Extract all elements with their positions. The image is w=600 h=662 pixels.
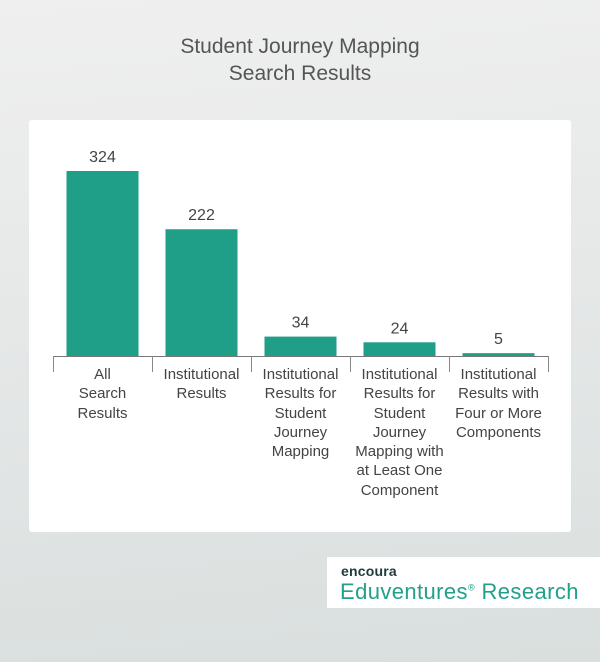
bar: [264, 336, 337, 356]
category-label-line: Institutional: [361, 366, 438, 383]
category-label-line: All: [94, 366, 111, 383]
data-label: 324: [89, 149, 116, 166]
brand-name: encoura: [341, 563, 397, 579]
category-label-line: Results with: [458, 385, 539, 403]
chart-title-line-1: Student Journey Mapping: [180, 35, 420, 58]
category-label-line: at Least One: [356, 462, 443, 480]
logo: encoura Eduventures® Research: [327, 557, 600, 608]
product-name-main: Eduventures: [340, 579, 468, 604]
chart-title-line-2: Search Results: [228, 62, 372, 85]
category-label-line: Journey: [372, 423, 427, 441]
category-label-line: Student: [274, 404, 327, 422]
category-label: Institutional Results for Student Journey Ma…: [252, 365, 350, 461]
category-label: All Search Results: [54, 365, 152, 423]
category-label-line: Components: [455, 423, 542, 441]
category-label-line: Mapping: [271, 443, 330, 461]
category-label-line: Four or More: [455, 404, 542, 422]
category-label: Institutional Results with Four or More Com…: [450, 365, 548, 442]
category-label-line: Component: [360, 481, 439, 499]
category-label-line: Results for: [363, 385, 436, 403]
bar: [66, 171, 139, 356]
category-label-line: Journey: [273, 423, 328, 441]
registered-mark: ®: [467, 582, 475, 593]
category-label-line: Results: [77, 404, 128, 422]
category-label-line: Results: [176, 385, 227, 403]
category-label-line: Search: [78, 385, 127, 403]
chart-panel: 324 222 34 24 5 All Search Results Institutiona…: [29, 120, 571, 532]
chart-title: Student Journey Mapping Search Results: [0, 33, 600, 87]
data-label: 34: [292, 315, 310, 332]
category-label-line: Institutional: [460, 366, 537, 383]
category-label: Institutional Results for Student Journey Ma…: [351, 365, 449, 500]
category-label-line: Student: [373, 404, 426, 422]
bar: [363, 342, 436, 356]
product-name-suffix: Research: [481, 579, 579, 604]
data-label: 5: [494, 331, 503, 348]
category-label-line: Results for: [264, 385, 337, 403]
data-label: 222: [188, 207, 215, 224]
bar-chart: 324 222 34 24 5: [53, 149, 549, 372]
category-label-line: Mapping with: [355, 443, 444, 461]
bar: [462, 353, 535, 356]
category-label-line: Institutional: [262, 366, 339, 383]
category-label: Institutional Results: [153, 365, 251, 404]
bar: [165, 229, 238, 356]
category-label-line: Institutional: [163, 366, 240, 383]
product-name: Eduventures® Research: [340, 579, 579, 605]
data-label: 24: [391, 320, 409, 337]
